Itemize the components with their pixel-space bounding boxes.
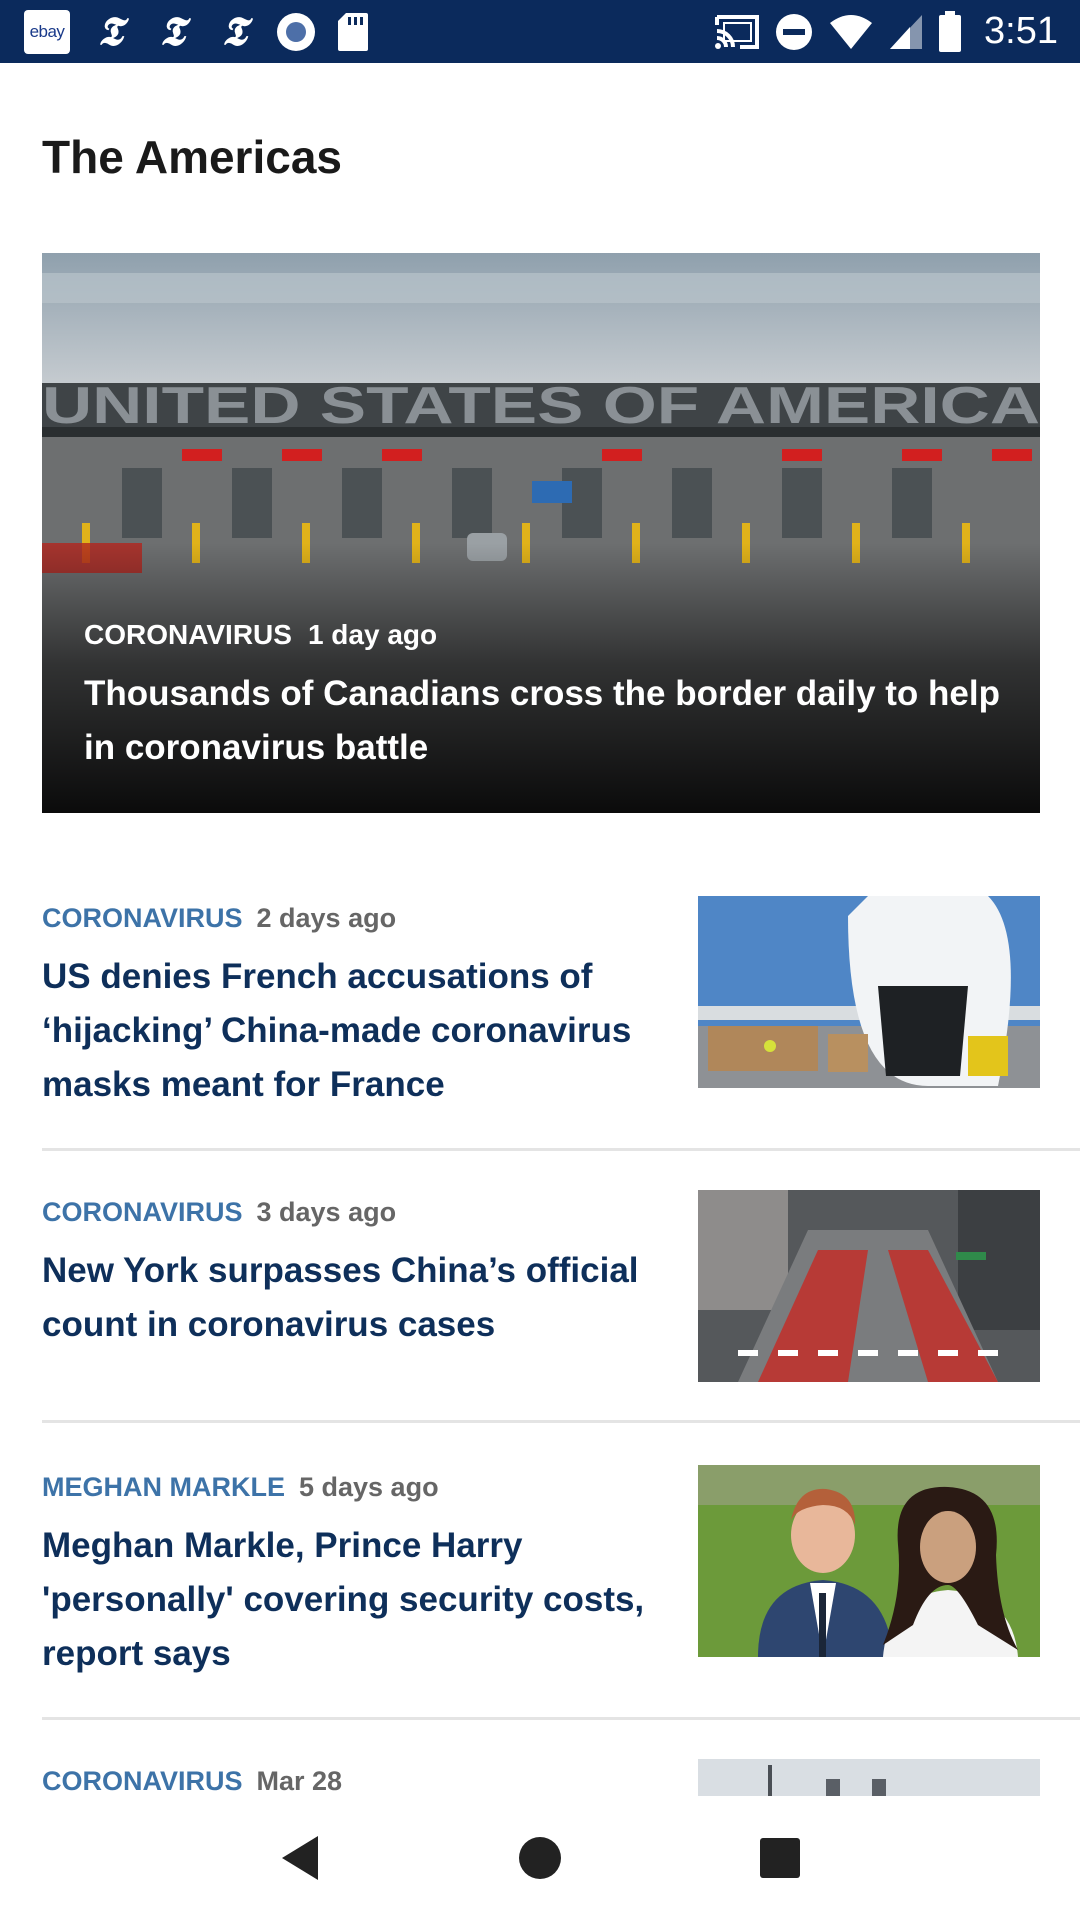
do-not-disturb-icon	[776, 13, 813, 50]
ebay-icon-label: ebay	[29, 21, 65, 41]
hero-meta: CORONAVIRUS 1 day ago	[84, 619, 437, 651]
article-kicker[interactable]: CORONAVIRUS	[42, 1197, 243, 1228]
status-system-icons: 3:51	[700, 10, 1058, 53]
article-item[interactable]: CORONAVIRUS 2 days ago US denies French …	[42, 893, 1080, 1151]
article-item[interactable]: CORONAVIRUS 3 days ago New York surpasse…	[42, 1187, 1080, 1423]
article-thumbnail[interactable]	[698, 1465, 1040, 1657]
article-headline[interactable]: Meghan Markle, Prince Harry 'personally'…	[42, 1519, 652, 1681]
clock: 3:51	[984, 10, 1058, 52]
nav-home-button[interactable]	[500, 1818, 580, 1898]
article-timestamp: Mar 28	[256, 1766, 343, 1796]
hero-headline[interactable]: Thousands of Canadians cross the border …	[84, 667, 1014, 775]
nav-back-button[interactable]	[260, 1818, 340, 1898]
hero-timestamp: 1 day ago	[307, 619, 438, 650]
status-notification-icons: ebay 𝕿 𝕿 𝕿	[24, 9, 388, 54]
wifi-icon	[830, 14, 873, 49]
system-nav-bar	[0, 1796, 1080, 1920]
sd-card-icon	[338, 12, 368, 51]
ebay-icon: ebay	[24, 9, 70, 54]
recents-icon	[760, 1838, 800, 1878]
nyt-icon: 𝕿	[159, 9, 185, 54]
section-title: The Americas	[42, 131, 342, 183]
article-kicker[interactable]: CORONAVIRUS	[42, 903, 243, 934]
article-timestamp: 2 days ago	[256, 903, 397, 933]
article-thumbnail[interactable]	[698, 1190, 1040, 1382]
cell-signal-icon	[890, 14, 923, 49]
hero-article-card[interactable]: UNITED STATES OF AMERICA CORONAVIRUS 1 d…	[42, 253, 1040, 813]
article-headline[interactable]: US denies French accusations of ‘hijacki…	[42, 950, 652, 1112]
article-headline[interactable]: New York surpasses China’s official coun…	[42, 1244, 652, 1352]
article-timestamp: 5 days ago	[299, 1472, 439, 1502]
radio-icon	[277, 12, 315, 51]
nav-recents-button[interactable]	[740, 1818, 820, 1898]
back-icon	[282, 1836, 318, 1880]
hero-kicker[interactable]: CORONAVIRUS	[84, 619, 292, 651]
article-thumbnail[interactable]	[698, 896, 1040, 1088]
home-icon	[519, 1837, 561, 1879]
article-timestamp: 3 days ago	[256, 1197, 397, 1227]
border-sign-text: UNITED STATES OF AMERICA	[42, 377, 1040, 435]
article-kicker[interactable]: CORONAVIRUS	[42, 1766, 243, 1797]
battery-icon	[939, 10, 962, 52]
nyt-icon: 𝕿	[97, 9, 123, 54]
nyt-icon: 𝕿	[221, 9, 247, 54]
status-bar: ebay 𝕿 𝕿 𝕿 3:51	[0, 0, 1080, 63]
cast-icon	[715, 14, 760, 49]
article-item[interactable]: MEGHAN MARKLE 5 days ago Meghan Markle, …	[42, 1462, 1080, 1720]
article-kicker[interactable]: MEGHAN MARKLE	[42, 1472, 285, 1503]
